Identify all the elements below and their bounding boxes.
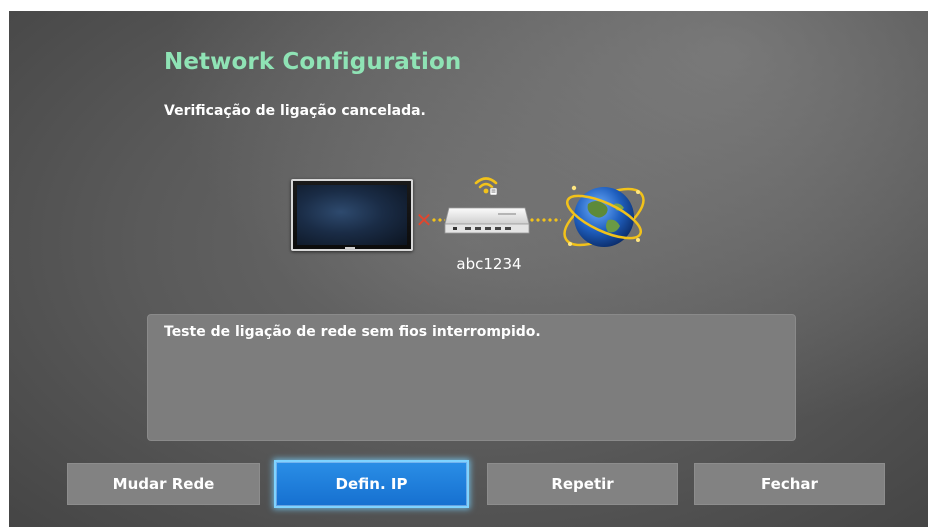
connection-line-router-internet [529,218,561,222]
wifi-icon [474,177,498,196]
globe-icon [563,185,645,247]
tv-stand [345,247,355,250]
message-text: Teste de ligação de rede sem fios interr… [164,324,541,340]
tv-screen [297,185,407,245]
change-network-button[interactable]: Mudar Rede [67,463,260,505]
network-dialog: Network Configuration Verificação de lig… [9,11,928,527]
router-icon [444,207,530,234]
ip-settings-button[interactable]: Defin. IP [274,460,469,508]
message-box: Teste de ligação de rede sem fios interr… [147,314,796,441]
tv-icon [291,179,413,251]
close-button[interactable]: Fechar [694,463,885,505]
status-text: Verificação de ligação cancelada. [164,103,426,119]
network-name-label: abc1234 [456,255,522,273]
retry-button[interactable]: Repetir [487,463,678,505]
dialog-title: Network Configuration [164,49,462,75]
